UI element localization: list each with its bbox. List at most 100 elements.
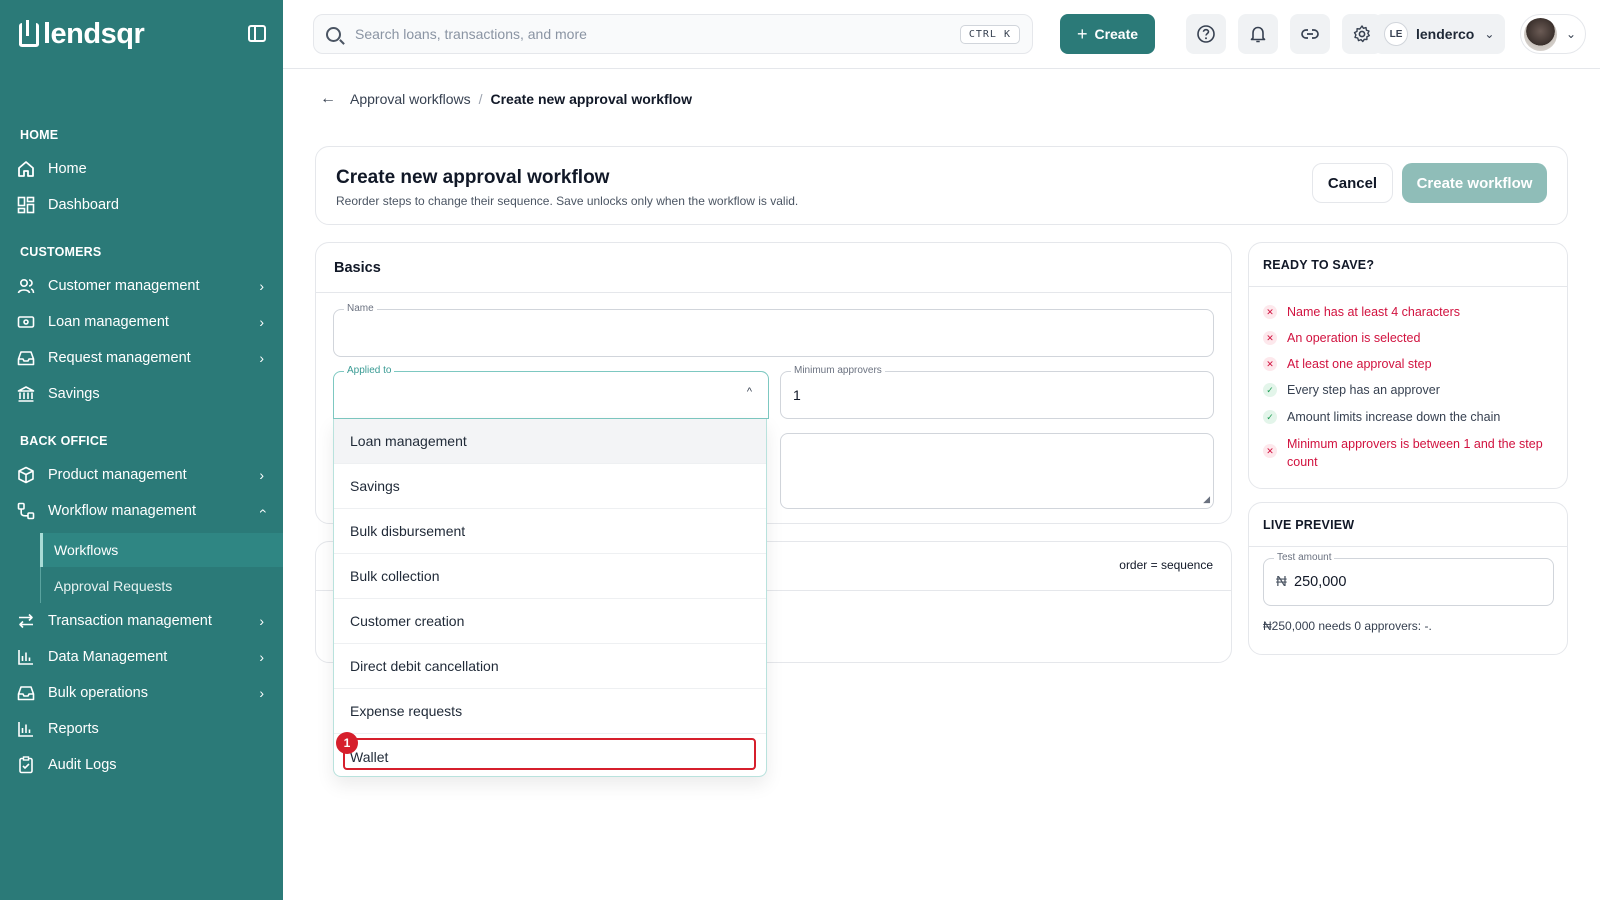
divider xyxy=(1249,286,1567,287)
chevron-right-icon: › xyxy=(259,613,264,629)
sidebar-subitem-approval-requests[interactable]: Approval Requests xyxy=(40,569,283,603)
applied-to-select[interactable]: Applied to ^ xyxy=(333,365,769,419)
account-initials-badge: LE xyxy=(1384,22,1408,46)
dropdown-option[interactable]: Bulk disbursement xyxy=(334,509,766,554)
section-label-back-office: BACK OFFICE xyxy=(20,434,108,448)
sidebar-item-loan-management[interactable]: Loan management › xyxy=(16,306,268,338)
bar-chart-icon xyxy=(16,647,36,667)
sidebar-item-label: Customer management xyxy=(48,278,200,294)
x-icon: ✕ xyxy=(1263,331,1277,345)
breadcrumb-approval-workflows[interactable]: Approval workflows xyxy=(350,91,471,107)
sidebar-subitem-workflows[interactable]: Workflows xyxy=(40,533,283,567)
sidebar-item-label: Dashboard xyxy=(48,197,119,213)
sidebar-item-request-management[interactable]: Request management › xyxy=(16,342,268,374)
sidebar-item-label: Transaction management xyxy=(48,613,212,629)
search-input[interactable]: Search loans, transactions, and more xyxy=(355,26,587,42)
sidebar-item-savings[interactable]: Savings xyxy=(16,378,268,410)
link-button[interactable] xyxy=(1290,14,1330,54)
sidebar: lendsqr HOME Home Dashboard CUSTOMERS Cu… xyxy=(0,0,283,900)
dropdown-option[interactable]: Expense requests xyxy=(334,689,766,734)
sidebar-item-bulk-operations[interactable]: Bulk operations › xyxy=(16,677,268,709)
chevron-right-icon: › xyxy=(259,314,264,330)
page-title: Create new approval workflow xyxy=(336,167,610,188)
transfer-arrows-icon xyxy=(16,611,36,631)
resize-handle-icon[interactable]: ◢ xyxy=(1203,494,1210,505)
sidebar-item-product-management[interactable]: Product management › xyxy=(16,459,268,491)
workflow-icon xyxy=(16,501,36,521)
sidebar-item-label: Product management xyxy=(48,467,187,483)
steps-order-hint: order = sequence xyxy=(1119,558,1213,572)
create-workflow-button[interactable]: Create workflow xyxy=(1402,163,1547,203)
check-text: Name has at least 4 characters xyxy=(1287,305,1460,319)
dropdown-option[interactable]: Customer creation xyxy=(334,599,766,644)
sidebar-item-reports[interactable]: Reports xyxy=(16,713,268,745)
sidebar-item-label: Reports xyxy=(48,721,99,737)
sidebar-item-workflow-management[interactable]: Workflow management › xyxy=(16,495,270,527)
sidebar-item-label: Bulk operations xyxy=(48,685,148,701)
min-approvers-label: Minimum approvers xyxy=(791,365,885,376)
create-button[interactable]: + Create xyxy=(1060,14,1155,54)
check-text: Amount limits increase down the chain xyxy=(1287,410,1501,424)
check-icon: ✓ xyxy=(1263,383,1277,397)
sidebar-item-label: Request management xyxy=(48,350,191,366)
gear-icon xyxy=(1353,25,1370,43)
home-icon xyxy=(16,159,36,179)
applied-to-label: Applied to xyxy=(344,365,395,376)
bank-icon xyxy=(16,384,36,404)
divider xyxy=(316,292,1231,293)
chevron-right-icon: › xyxy=(259,278,264,294)
divider xyxy=(1249,546,1567,547)
chevron-right-icon: › xyxy=(259,685,264,701)
test-amount-field[interactable]: Test amount ₦ 250,000 xyxy=(1263,552,1554,606)
dropdown-option[interactable]: Bulk collection xyxy=(334,554,766,599)
sidebar-item-label: Home xyxy=(48,161,87,177)
lendsqr-logo[interactable]: lendsqr xyxy=(19,18,145,51)
avatar xyxy=(1524,17,1557,51)
help-button[interactable] xyxy=(1186,14,1226,54)
check-item: ✕ Name has at least 4 characters xyxy=(1263,303,1558,321)
check-item: ✓ Amount limits increase down the chain xyxy=(1263,408,1558,426)
ready-to-save-card: READY TO SAVE? ✕ Name has at least 4 cha… xyxy=(1248,242,1568,489)
sidebar-item-data-management[interactable]: Data Management › xyxy=(16,641,268,673)
page-subtitle: Reorder steps to change their sequence. … xyxy=(336,194,799,208)
dashboard-icon xyxy=(16,195,36,215)
inbox-icon xyxy=(16,348,36,368)
x-icon: ✕ xyxy=(1263,444,1277,458)
sidebar-item-audit-logs[interactable]: Audit Logs xyxy=(16,749,268,781)
account-switcher[interactable]: LE lenderco ⌄ xyxy=(1374,14,1505,54)
sidebar-item-home[interactable]: Home xyxy=(16,153,268,185)
ready-title: READY TO SAVE? xyxy=(1263,258,1375,272)
name-field[interactable]: Name xyxy=(333,303,1214,357)
x-icon: ✕ xyxy=(1263,357,1277,371)
check-text: Minimum approvers is between 1 and the s… xyxy=(1287,437,1543,469)
step-marker-badge: 1 xyxy=(336,732,358,754)
applied-to-dropdown: Loan management Savings Bulk disbursemen… xyxy=(333,419,767,777)
cancel-button[interactable]: Cancel xyxy=(1312,163,1393,203)
help-circle-icon xyxy=(1197,25,1215,43)
bar-chart-icon xyxy=(16,719,36,739)
description-textarea[interactable]: ◢ xyxy=(780,433,1214,509)
notifications-button[interactable] xyxy=(1238,14,1278,54)
chevron-down-icon: ⌄ xyxy=(1484,27,1495,41)
sidebar-collapse-icon[interactable] xyxy=(248,25,266,42)
section-label-customers: CUSTOMERS xyxy=(20,245,102,259)
breadcrumb: ← Approval workflows / Create new approv… xyxy=(320,90,692,108)
chevron-right-icon: › xyxy=(259,649,264,665)
create-button-label: Create xyxy=(1094,26,1139,42)
test-amount-value: 250,000 xyxy=(1294,574,1347,590)
back-arrow-icon[interactable]: ← xyxy=(320,90,336,108)
dropdown-option[interactable]: Loan management xyxy=(334,419,766,464)
search-bar[interactable]: Search loans, transactions, and more CTR… xyxy=(313,14,1033,54)
check-icon: ✓ xyxy=(1263,410,1277,424)
dropdown-option[interactable]: Savings xyxy=(334,464,766,509)
inbox-icon xyxy=(16,683,36,703)
dropdown-option[interactable]: Direct debit cancellation xyxy=(334,644,766,689)
sidebar-item-dashboard[interactable]: Dashboard xyxy=(16,189,268,221)
check-text: At least one approval step xyxy=(1287,357,1432,371)
min-approvers-field[interactable]: Minimum approvers 1 xyxy=(780,365,1214,419)
currency-symbol: ₦ xyxy=(1276,573,1287,590)
sidebar-item-transaction-management[interactable]: Transaction management › xyxy=(16,605,268,637)
sidebar-item-customer-management[interactable]: Customer management › xyxy=(16,270,268,302)
user-menu[interactable]: ⌄ xyxy=(1520,14,1586,54)
preview-title: LIVE PREVIEW xyxy=(1263,518,1355,532)
